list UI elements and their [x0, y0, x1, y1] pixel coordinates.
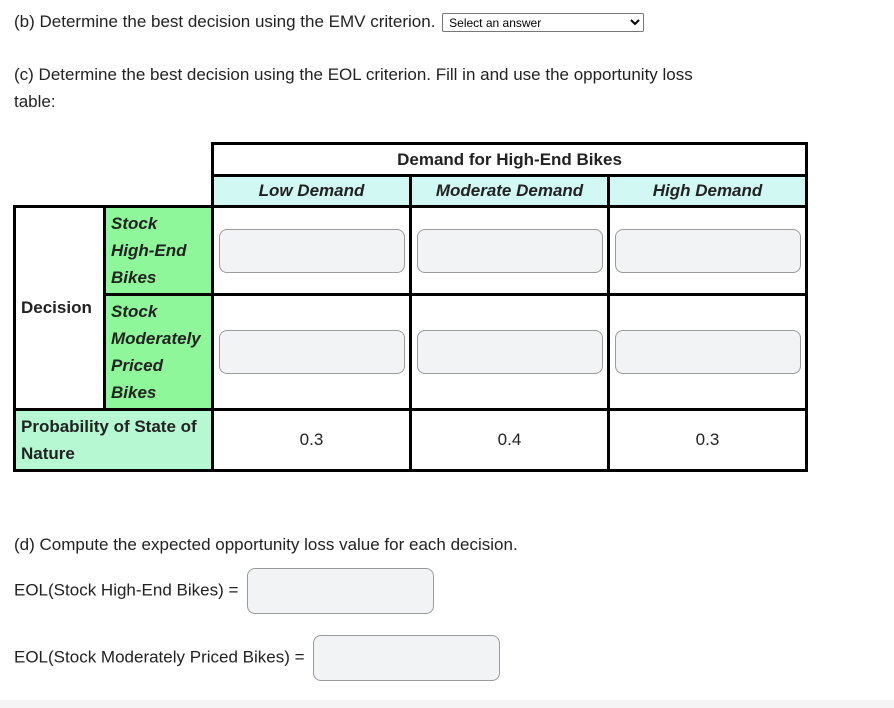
cell-high-end-high: [607, 205, 808, 296]
column-header-moderate-demand: Moderate Demand: [409, 174, 610, 208]
eol-high-end-label: EOL(Stock High-End Bikes) =: [14, 580, 239, 600]
probability-high: 0.3: [607, 408, 808, 472]
loss-input-moderate-high[interactable]: [614, 330, 801, 374]
row-header-line: Moderately: [111, 329, 201, 348]
row-header-line: Bikes: [111, 383, 157, 402]
row-header-stock-moderately-priced: Stock Moderately Priced Bikes: [103, 293, 214, 411]
eol-high-end-input[interactable]: [247, 568, 435, 614]
part-b-text: (b) Determine the best decision using th…: [14, 12, 436, 31]
row-header-line: Stock: [111, 302, 158, 321]
table-title: Demand for High-End Bikes: [211, 142, 808, 177]
row-header-line: Priced: [111, 356, 163, 375]
cell-moderate-high: [607, 293, 808, 411]
cell-high-end-moderate: [409, 205, 610, 296]
probability-label: Probability of State of Nature: [13, 408, 214, 472]
probability-moderate: 0.4: [409, 408, 610, 472]
row-header-line: High-End: [111, 241, 187, 260]
eol-high-end-row: EOL(Stock High-End Bikes) =: [14, 568, 435, 614]
part-d-question: (d) Compute the expected opportunity los…: [14, 535, 518, 554]
cell-moderate-low: [211, 293, 412, 411]
cell-high-end-low: [211, 205, 412, 296]
column-header-high-demand: High Demand: [607, 174, 808, 208]
loss-input-high-end-high[interactable]: [614, 228, 801, 273]
part-c-question: (c) Determine the best decision using th…: [14, 65, 693, 111]
row-header-stock-high-end: Stock High-End Bikes: [103, 205, 214, 296]
opportunity-loss-table: Demand for High-End Bikes Low Demand Mod…: [13, 142, 808, 472]
empty-corner: [15, 144, 213, 176]
eol-moderate-input[interactable]: [313, 635, 501, 681]
probability-low: 0.3: [211, 408, 412, 472]
row-header-line: Stock: [111, 214, 158, 233]
eol-moderate-row: EOL(Stock Moderately Priced Bikes) =: [14, 635, 501, 681]
decision-label: Decision: [13, 205, 106, 411]
emv-answer-select[interactable]: Select an answer: [442, 13, 645, 33]
loss-input-high-end-low[interactable]: [218, 228, 405, 273]
loss-input-moderate-low[interactable]: [218, 330, 405, 374]
empty-corner: [15, 176, 213, 207]
part-b-question: (b) Determine the best decision using th…: [14, 8, 645, 35]
eol-moderate-label: EOL(Stock Moderately Priced Bikes) =: [14, 647, 305, 667]
column-header-low-demand: Low Demand: [211, 174, 412, 208]
loss-input-moderate-moderate[interactable]: [416, 330, 603, 374]
footer-band: [0, 700, 894, 708]
row-header-line: Bikes: [111, 268, 157, 287]
loss-input-high-end-moderate[interactable]: [416, 228, 603, 273]
cell-moderate-moderate: [409, 293, 610, 411]
